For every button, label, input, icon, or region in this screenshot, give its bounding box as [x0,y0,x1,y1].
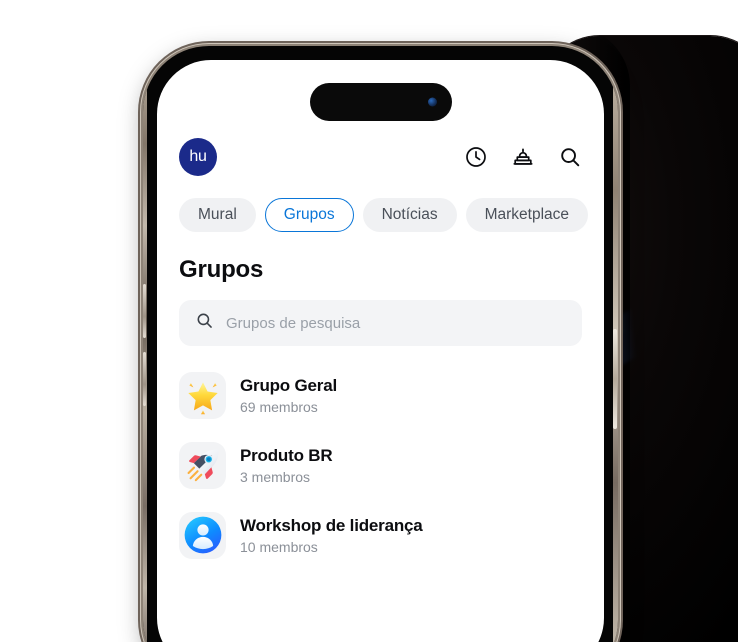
volume-down-button[interactable] [143,352,146,406]
search-placeholder: Grupos de pesquisa [226,314,361,332]
app-content: hu Mural Grupos Notícias Marketplace Gru… [157,60,604,642]
front-camera-icon [427,97,437,107]
person-avatar-icon [179,511,226,559]
volume-up-button[interactable] [143,284,146,338]
header-actions [464,145,582,169]
screenshot-stage: hu Mural Grupos Notícias Marketplace Gru… [0,0,738,642]
app-logo[interactable]: hu [179,138,217,176]
tab-noticias[interactable]: Notícias [362,198,457,232]
dynamic-island [309,83,452,121]
app-header: hu [157,132,604,182]
glowing-star-emoji [179,371,226,419]
search-icon[interactable] [558,145,582,169]
rocket-emoji [179,441,226,489]
page-title: Grupos [179,256,264,283]
list-item[interactable]: Produto BR 3 membros [179,430,582,500]
app-logo-text: hu [189,148,207,165]
power-button[interactable] [613,329,617,429]
search-section: Grupos de pesquisa [157,284,604,346]
group-name: Produto BR [240,445,333,465]
group-member-count: 69 membros [240,398,318,415]
group-list: Grupo Geral 69 membros Produto BR 3 memb… [157,346,604,570]
cake-icon[interactable] [511,145,535,169]
list-item[interactable]: Grupo Geral 69 membros [179,360,582,430]
tab-bar[interactable]: Mural Grupos Notícias Marketplace [157,182,604,232]
search-input-icon [195,311,214,335]
list-item-text: Workshop de liderança 10 membros [240,516,423,555]
group-name: Workshop de liderança [240,515,423,535]
phone-screen: hu Mural Grupos Notícias Marketplace Gru… [157,60,604,642]
list-item-text: Produto BR 3 membros [240,445,333,485]
group-name: Grupo Geral [240,375,337,395]
list-item[interactable]: Workshop de liderança 10 membros [179,500,582,570]
foreground-phone: hu Mural Grupos Notícias Marketplace Gru… [143,46,618,642]
list-item-text: Grupo Geral 69 membros [240,376,337,415]
search-input[interactable]: Grupos de pesquisa [179,300,582,346]
tab-marketplace[interactable]: Marketplace [465,198,589,232]
clock-icon[interactable] [464,145,488,169]
group-member-count: 10 membros [240,538,318,555]
group-member-count: 3 membros [240,468,311,485]
tab-mural[interactable]: Mural [179,198,256,232]
tab-grupos[interactable]: Grupos [264,198,354,232]
